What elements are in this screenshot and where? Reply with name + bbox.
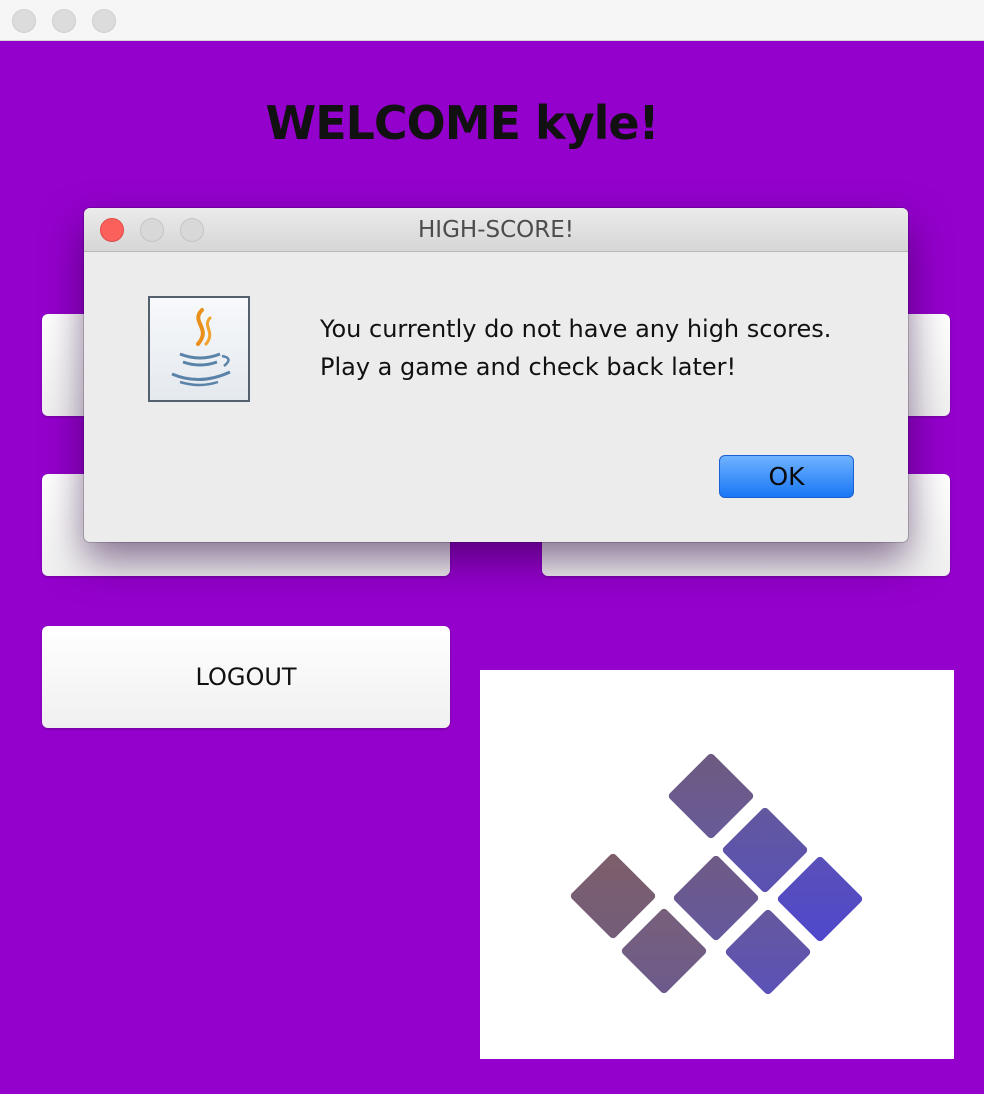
logo-tile: [667, 752, 755, 840]
dialog-title: HIGH-SCORE!: [418, 217, 574, 243]
ok-button[interactable]: OK: [719, 455, 854, 498]
app-logo-panel: [480, 670, 954, 1059]
dialog-message: You currently do not have any high score…: [320, 310, 880, 386]
dialog-message-line-2: Play a game and check back later!: [320, 353, 737, 381]
dialog-titlebar: HIGH-SCORE!: [84, 208, 908, 252]
dialog-message-line-1: You currently do not have any high score…: [320, 315, 832, 343]
welcome-heading: WELCOME kyle!: [265, 96, 659, 150]
window-close-icon[interactable]: [12, 9, 36, 33]
high-score-dialog: HIGH-SCORE! You currently do not have an…: [84, 208, 908, 542]
java-coffee-cup-icon: [148, 296, 250, 402]
logout-button[interactable]: LOGOUT: [42, 626, 450, 728]
main-content: WELCOME kyle! LOGOUT: [0, 41, 984, 1094]
window-zoom-icon[interactable]: [92, 9, 116, 33]
window-titlebar: [0, 0, 984, 41]
window-minimize-icon[interactable]: [52, 9, 76, 33]
logout-label: LOGOUT: [195, 663, 297, 691]
